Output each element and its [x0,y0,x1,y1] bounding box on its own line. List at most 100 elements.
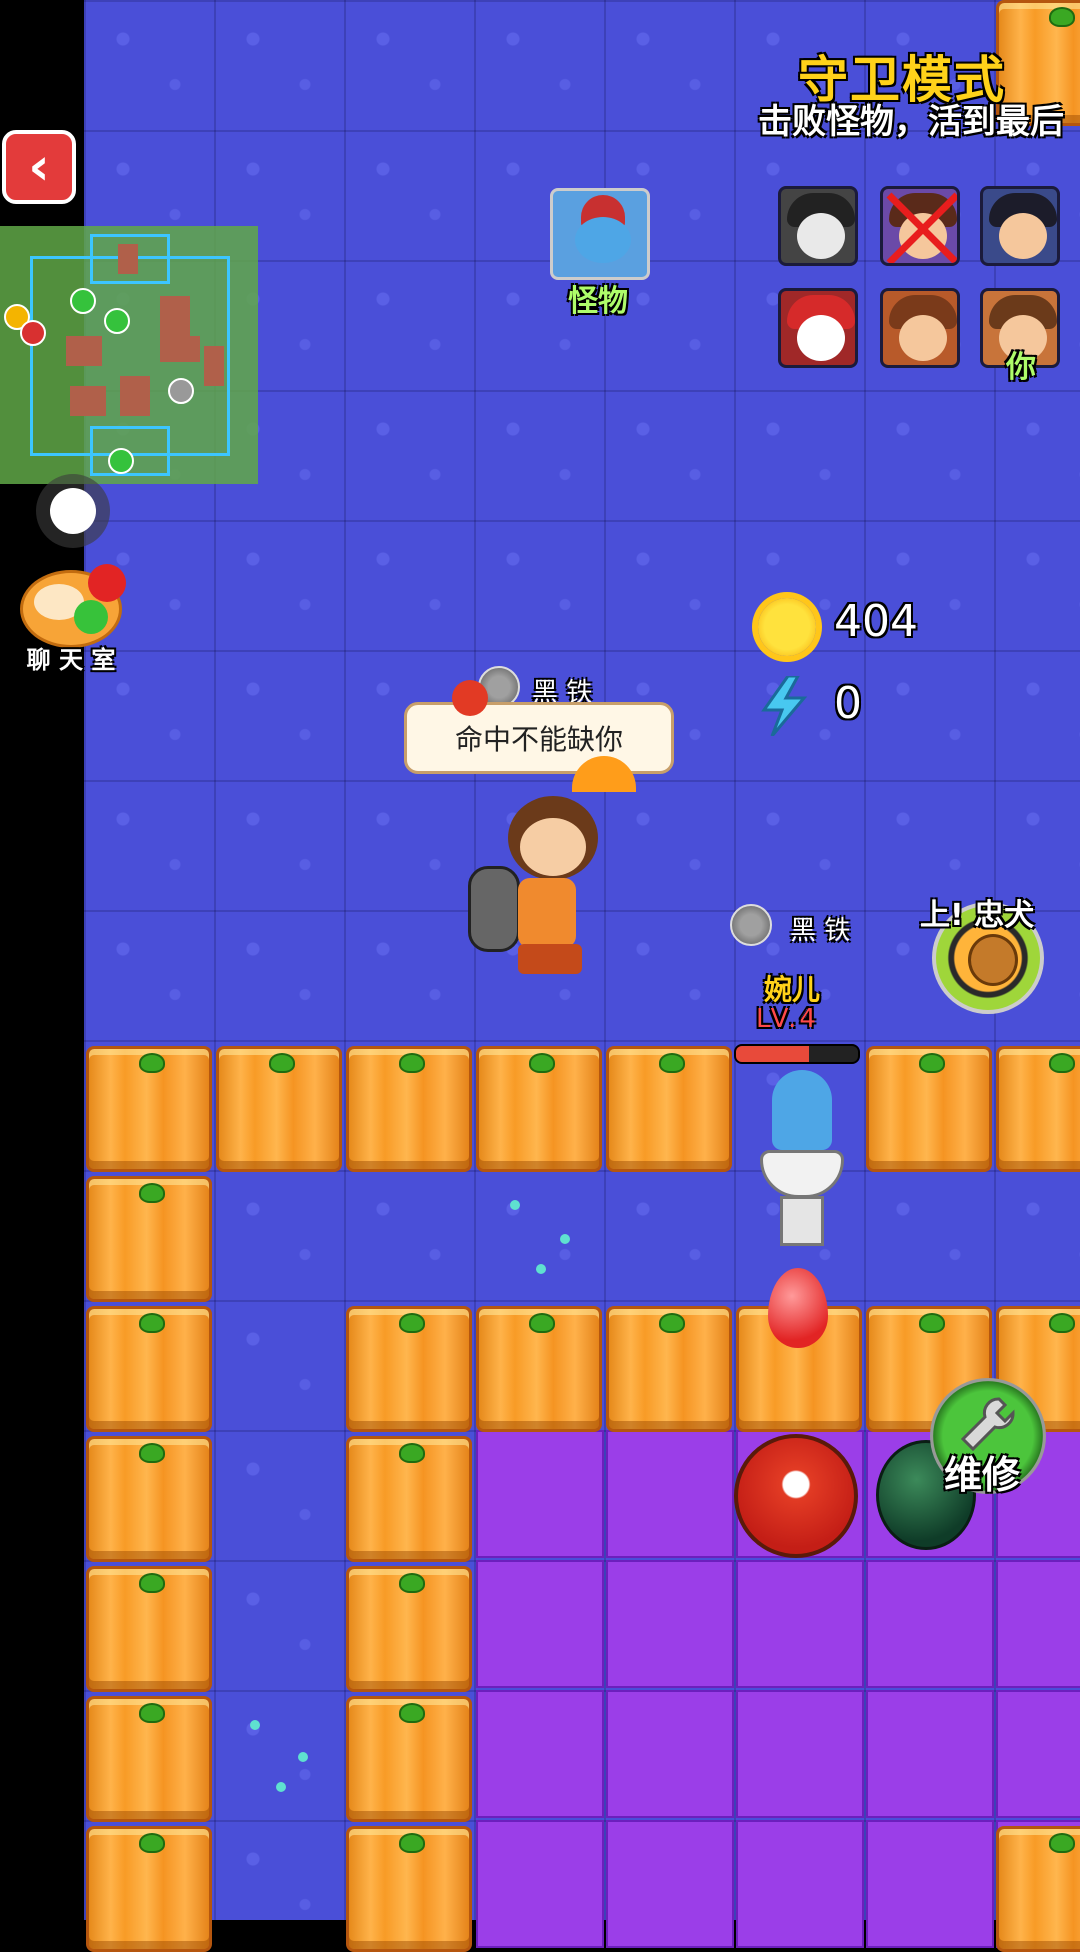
purple-floor-tile [736,1820,864,1948]
toilet-bowl [760,1150,844,1198]
player-character [468,796,608,976]
pumpkin-wall-tile [346,1306,472,1432]
character-face [520,818,586,876]
purple-floor-tile [606,1690,734,1818]
purple-floor-tile [866,1690,994,1818]
gold-count: 404 [834,596,918,647]
pumpkin-wall-tile [86,1436,212,1562]
pumpkin-wall-tile [346,1696,472,1822]
ally-name: 婉儿 [764,973,821,1006]
player-portrait-eliminated[interactable] [880,186,960,266]
monster-label: 怪物 [568,284,628,319]
pumpkin-wall-tile [996,1046,1080,1172]
minimap-block [120,376,150,416]
piranha-plant-enemy[interactable] [734,1434,858,1558]
character-body [518,878,576,948]
pumpkin-wall-tile [86,1046,212,1172]
purple-floor-tile [476,1560,604,1688]
sparkle [510,1200,520,1210]
minimap-ally-marker [70,288,96,314]
pumpkin-wall-tile [86,1826,212,1952]
mode-subtitle: 击败怪物，活到最后 [758,102,1064,142]
jetpack [468,866,520,952]
back-button[interactable]: ‹ [2,130,76,204]
minimap-block [160,336,200,362]
toilet-monster[interactable] [752,1070,852,1260]
sparkle [536,1264,546,1274]
pumpkin-wall-tile [866,1046,992,1172]
portrait-face [999,213,1047,259]
pumpkin-wall-tile [346,1436,472,1562]
pumpkin-wall-tile [86,1176,212,1302]
dog-icon [968,934,1018,986]
repair-label: 维修 [944,1453,1021,1497]
joystick[interactable] [50,488,96,534]
minimap-neutral-marker [168,378,194,404]
purple-floor-tile [476,1690,604,1818]
monster-portrait[interactable] [550,188,650,280]
online-dot [74,600,108,634]
you-label: 你 [1006,350,1036,385]
purple-floor-tile [866,1560,994,1688]
pumpkin-wall-tile [346,1566,472,1692]
apple-icon [452,680,488,716]
purple-floor-tile [606,1560,734,1688]
health-fill [736,1046,810,1062]
purple-floor-tile [606,1430,734,1558]
minimap-block [66,336,102,366]
notification-dot [88,564,126,602]
sparkle [298,1752,308,1762]
pumpkin-wall-tile [216,1046,342,1172]
minimap-block [160,296,190,336]
pumpkin-wall-tile [606,1046,732,1172]
speech-bubble: 命中不能缺你 [404,702,674,774]
ally-level: LV.4 [756,1004,819,1034]
purple-floor-tile [866,1820,994,1948]
ally-health-bar [734,1044,860,1064]
pumpkin-wall-tile [346,1826,472,1952]
sun-icon [758,598,816,656]
monster-body [772,1070,832,1150]
player-portrait-knight[interactable] [880,288,960,368]
purple-floor-tile [996,1560,1080,1688]
pumpkin-wall-tile [86,1696,212,1822]
robot-face [797,213,845,259]
sparkle [276,1782,286,1792]
portrait-face [899,315,947,361]
ally-rank: 黑 铁 [790,916,851,946]
eliminated-x-icon [886,192,957,263]
rank-shield-icon [730,904,772,946]
purple-floor-tile [476,1820,604,1948]
purple-floor-tile [996,1690,1080,1818]
sparkle [560,1234,570,1244]
loyal-dog-label: 上! 忠犬 [920,898,1035,933]
minimap-ally-marker [108,448,134,474]
minimap[interactable] [0,226,258,484]
purple-floor-tile [736,1690,864,1818]
purple-floor-tile [476,1430,604,1558]
purple-floor-tile [736,1560,864,1688]
minimap-ally-marker [104,308,130,334]
toilet-base [780,1196,824,1246]
minimap-block [70,386,106,416]
pumpkin-wall-tile [86,1566,212,1692]
minimap-block [118,244,138,274]
monster-face [575,217,631,263]
player-portrait-robot[interactable] [778,186,858,266]
chat-label: 聊 天 室 [26,646,116,674]
pumpkin-wall-tile [606,1306,732,1432]
chevron-left-icon: ‹ [28,137,50,197]
chat-room-button[interactable]: 聊 天 室 [16,564,126,674]
character-legs [518,944,582,974]
portrait-face [797,315,845,361]
pumpkin-wall-tile [476,1046,602,1172]
lightning-icon [761,676,808,736]
purple-floor-tile [606,1820,734,1948]
player-portrait-warrior[interactable] [980,186,1060,266]
pumpkin-wall-tile [86,1306,212,1432]
sparkle [250,1720,260,1730]
pumpkin-wall-tile [996,1826,1080,1952]
energy-count: 0 [834,678,862,729]
player-portrait-santa[interactable] [778,288,858,368]
pumpkin-wall-tile [476,1306,602,1432]
